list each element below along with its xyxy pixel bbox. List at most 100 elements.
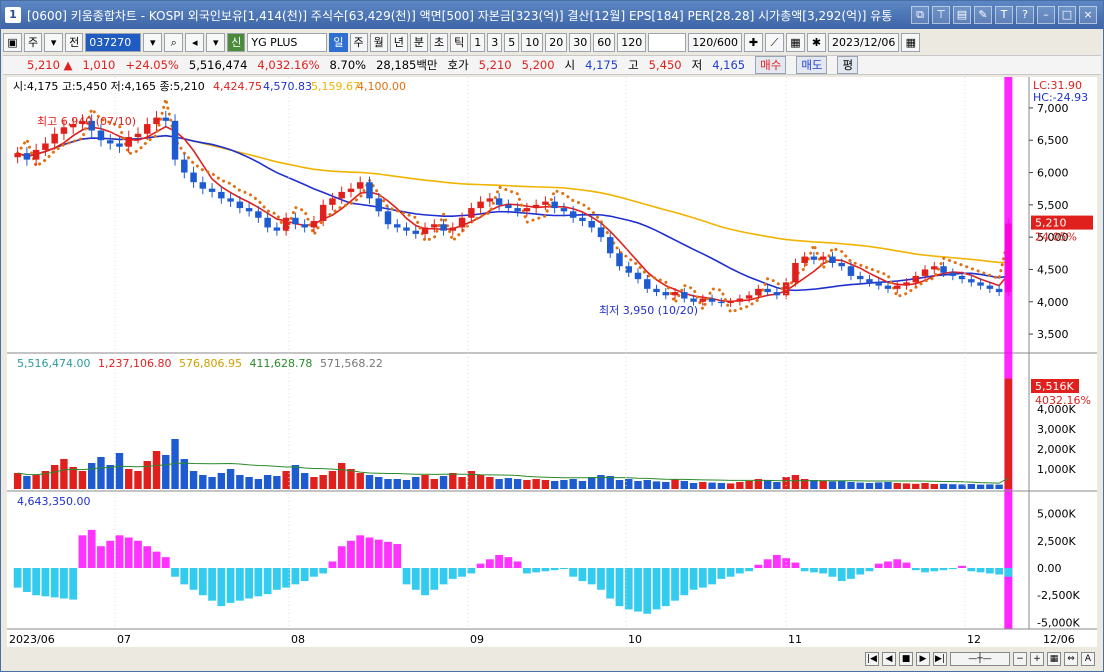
volume-bar	[736, 482, 744, 489]
search-icon[interactable]: ⌕	[164, 32, 184, 52]
candle-body	[653, 288, 660, 293]
volume-bar	[23, 476, 31, 489]
pin-icon[interactable]: ⊤	[932, 6, 950, 24]
sell-button[interactable]: 매도	[796, 56, 828, 74]
text-icon[interactable]: T	[995, 6, 1013, 24]
wrench-icon[interactable]: ✎	[974, 6, 992, 24]
volume-bar	[143, 461, 151, 489]
candle-body	[394, 224, 401, 228]
tab-year[interactable]: 년	[389, 32, 408, 52]
custom-period-input[interactable]	[648, 32, 687, 52]
average-button[interactable]: 평	[837, 56, 859, 74]
save-icon[interactable]: ▦	[785, 32, 805, 52]
ask-price: 5,210	[478, 58, 512, 72]
calendar-icon[interactable]: ▦	[901, 32, 921, 52]
minute-20[interactable]: 20	[545, 32, 568, 52]
oscillator-tick-label: -5,000K	[1037, 616, 1080, 629]
oscillator-bar	[384, 541, 392, 568]
oscillator-bar	[708, 568, 716, 585]
tab-month[interactable]: 월	[369, 32, 388, 52]
candle-body	[477, 201, 484, 209]
sound-dropdown-icon[interactable]: ▾	[206, 32, 226, 52]
oscillator-bar	[773, 554, 781, 568]
oscillator-bar	[828, 568, 837, 577]
last-icon[interactable]: ▶|	[933, 652, 947, 666]
minute-10[interactable]: 10	[521, 32, 544, 52]
tab-second[interactable]: 초	[430, 32, 449, 52]
oscillator-bar	[226, 568, 235, 603]
oscillator-bar	[569, 568, 578, 577]
minute-1[interactable]: 1	[470, 32, 486, 52]
candle-body	[690, 298, 697, 302]
candle-body	[579, 217, 586, 221]
oscillator-bar	[597, 568, 605, 590]
week-dropdown[interactable]: 주	[24, 32, 43, 52]
font-icon[interactable]: A	[1081, 652, 1095, 666]
fit-icon[interactable]: ⇔	[1064, 652, 1078, 666]
prev-button[interactable]: 전	[65, 32, 84, 52]
close-icon[interactable]: ×	[1079, 6, 1097, 24]
sound-icon[interactable]: ◂	[185, 32, 205, 52]
stock-chart[interactable]: 3,5004,0004,5005,0005,5006,0006,5007,000…	[7, 77, 1097, 647]
volume-pct: 4,032.16%	[257, 58, 320, 72]
volume-bar	[560, 480, 568, 489]
volume-last-label: 5,516K	[1035, 380, 1074, 393]
volume-bar	[995, 484, 1003, 489]
oscillator-bar	[523, 568, 531, 574]
oscillator-bar	[865, 568, 874, 572]
low-annotation: 최저 3,950 (10/20)	[599, 304, 698, 317]
maximize-icon[interactable]: □	[1058, 6, 1076, 24]
volume-bar	[699, 482, 707, 489]
draw-icon[interactable]: ⟋	[764, 32, 784, 52]
minute-60[interactable]: 60	[593, 32, 616, 52]
volume-bar	[541, 480, 550, 489]
stop-icon[interactable]: ■	[899, 652, 913, 666]
candle-body	[421, 227, 429, 234]
minute-120[interactable]: 120	[617, 32, 647, 52]
help-icon[interactable]: ?	[1016, 6, 1034, 24]
tab-week[interactable]: 주	[349, 32, 368, 52]
candle-body	[236, 201, 244, 209]
stock-code-input[interactable]: 037270	[85, 32, 142, 52]
next-icon[interactable]: ▶	[916, 652, 930, 666]
oscillator-bar	[106, 540, 115, 568]
candle-body	[375, 198, 382, 212]
gear-icon[interactable]: ✱	[806, 32, 826, 52]
minute-5[interactable]: 5	[504, 32, 520, 52]
tab-day[interactable]: 일	[329, 32, 348, 52]
oscillator-bar	[615, 568, 624, 607]
volume-bar	[199, 475, 207, 489]
zoom-slider[interactable]: —┼—	[950, 652, 1010, 666]
buy-button[interactable]: 매수	[755, 56, 787, 74]
prev-icon[interactable]: ◀	[882, 652, 896, 666]
count-field[interactable]: 120/600	[688, 32, 742, 52]
volume-bar	[13, 473, 22, 489]
indicator-icon[interactable]: ✚	[743, 32, 763, 52]
date-field[interactable]: 2023/12/06	[827, 32, 900, 52]
chevron-down-icon[interactable]: ▾	[44, 32, 64, 52]
first-icon[interactable]: |◀	[865, 652, 879, 666]
volume-bar	[847, 482, 855, 489]
oscillator-bar	[921, 568, 929, 573]
code-dropdown-icon[interactable]: ▾	[143, 32, 163, 52]
zoom-in-icon[interactable]: +	[1030, 652, 1044, 666]
low-label: 저	[691, 58, 703, 72]
minute-3[interactable]: 3	[487, 32, 503, 52]
print-icon[interactable]: ▤	[953, 6, 971, 24]
volume-bar	[347, 469, 355, 489]
layout-icon[interactable]: ▣	[3, 32, 22, 52]
volume-bar	[115, 453, 124, 489]
link-icon[interactable]: ⧉	[911, 6, 929, 24]
zoom-out-icon[interactable]: −	[1013, 652, 1027, 666]
candle-body	[301, 224, 308, 228]
minute-30[interactable]: 30	[569, 32, 592, 52]
tab-tick[interactable]: 틱	[450, 32, 469, 52]
tab-minute[interactable]: 분	[409, 32, 428, 52]
oscillator-bar	[550, 568, 559, 571]
grid-icon[interactable]: ▦	[1047, 652, 1061, 666]
volume-bar	[439, 476, 448, 489]
candle-body	[866, 279, 873, 283]
minimize-icon[interactable]: –	[1037, 6, 1055, 24]
candle-body	[958, 275, 966, 280]
turnover: 8.70%	[329, 58, 367, 72]
